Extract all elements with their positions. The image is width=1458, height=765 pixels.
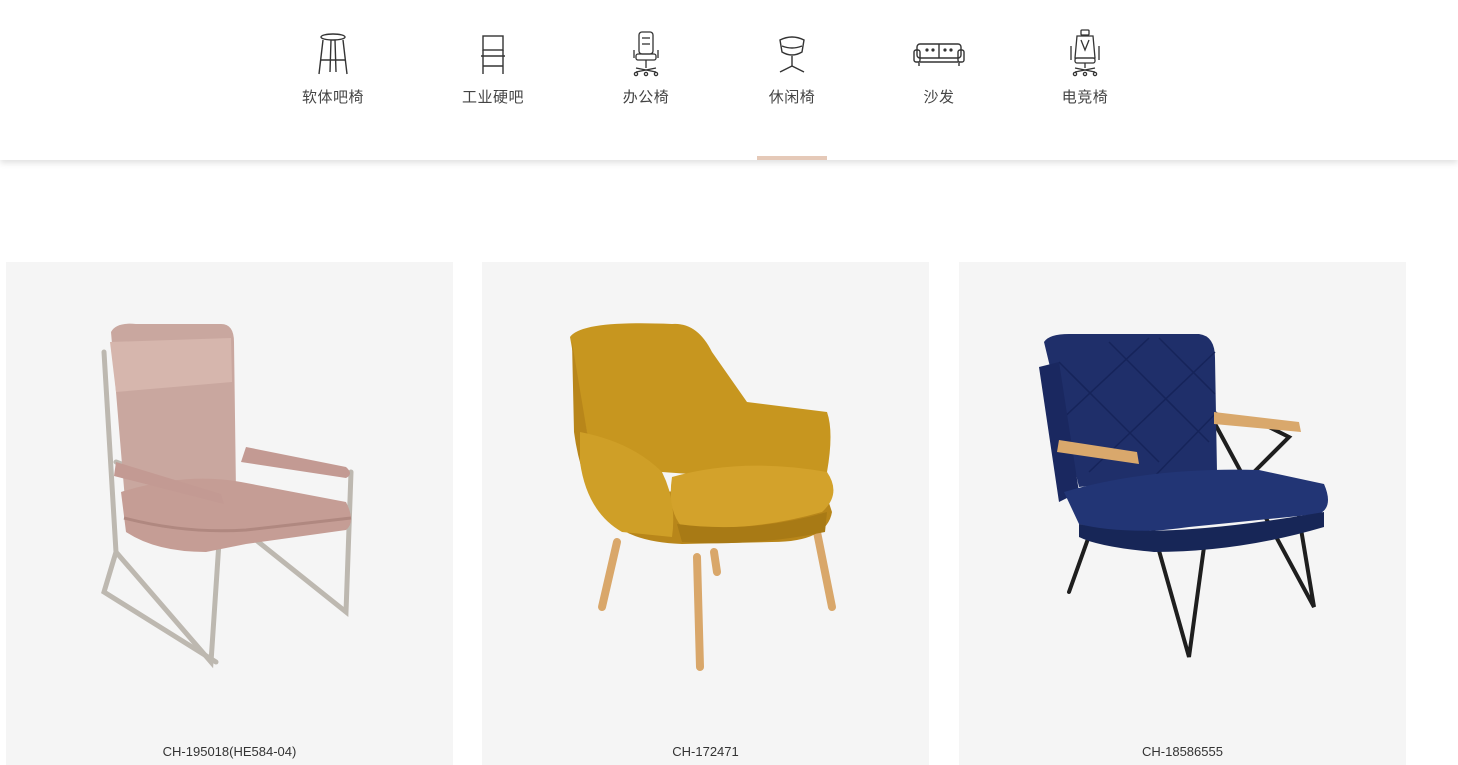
product-grid: CH-195018(HE584-04) CH-172471 CH-1858655… [0, 262, 1458, 765]
navy-velvet-chair-image [1039, 334, 1328, 658]
active-tab-indicator [757, 156, 827, 160]
nav-item-label: 软体吧椅 [301, 88, 364, 106]
nav-item-industrial-bar-chair[interactable]: 工业硬吧 [438, 28, 548, 160]
swivel-chair-icon [764, 28, 820, 80]
mustard-armchair-image [570, 323, 836, 671]
product-card[interactable]: CH-195018(HE584-04) [6, 262, 453, 765]
nav-item-label: 电竞椅 [1061, 88, 1109, 106]
industrial-chair-icon [465, 28, 521, 80]
product-card[interactable]: CH-18586555 [959, 262, 1406, 765]
category-nav-bar: 软体吧椅 工业硬吧 办公椅 休闲椅 沙发 电竞椅 [0, 0, 1458, 160]
nav-item-label: 沙发 [923, 88, 955, 106]
pink-lounge-chair-image [101, 323, 354, 669]
nav-item-leisure-chair[interactable]: 休闲椅 [737, 28, 847, 160]
office-chair-icon [618, 28, 674, 80]
product-code: CH-195018(HE584-04) [162, 744, 297, 759]
nav-item-label: 休闲椅 [768, 88, 816, 106]
product-code: CH-172471 [672, 744, 739, 759]
gaming-chair-icon [1057, 28, 1113, 80]
sofa-icon [911, 28, 967, 80]
nav-item-sofa[interactable]: 沙发 [884, 28, 994, 160]
nav-item-soft-bar-chair[interactable]: 软体吧椅 [278, 28, 388, 160]
product-code: CH-18586555 [1142, 744, 1223, 759]
nav-item-office-chair[interactable]: 办公椅 [591, 28, 701, 160]
bar-stool-icon [305, 28, 361, 80]
nav-item-label: 办公椅 [622, 88, 670, 106]
product-card[interactable]: CH-172471 [482, 262, 929, 765]
nav-item-label: 工业硬吧 [461, 88, 524, 106]
nav-item-gaming-chair[interactable]: 电竞椅 [1030, 28, 1140, 160]
